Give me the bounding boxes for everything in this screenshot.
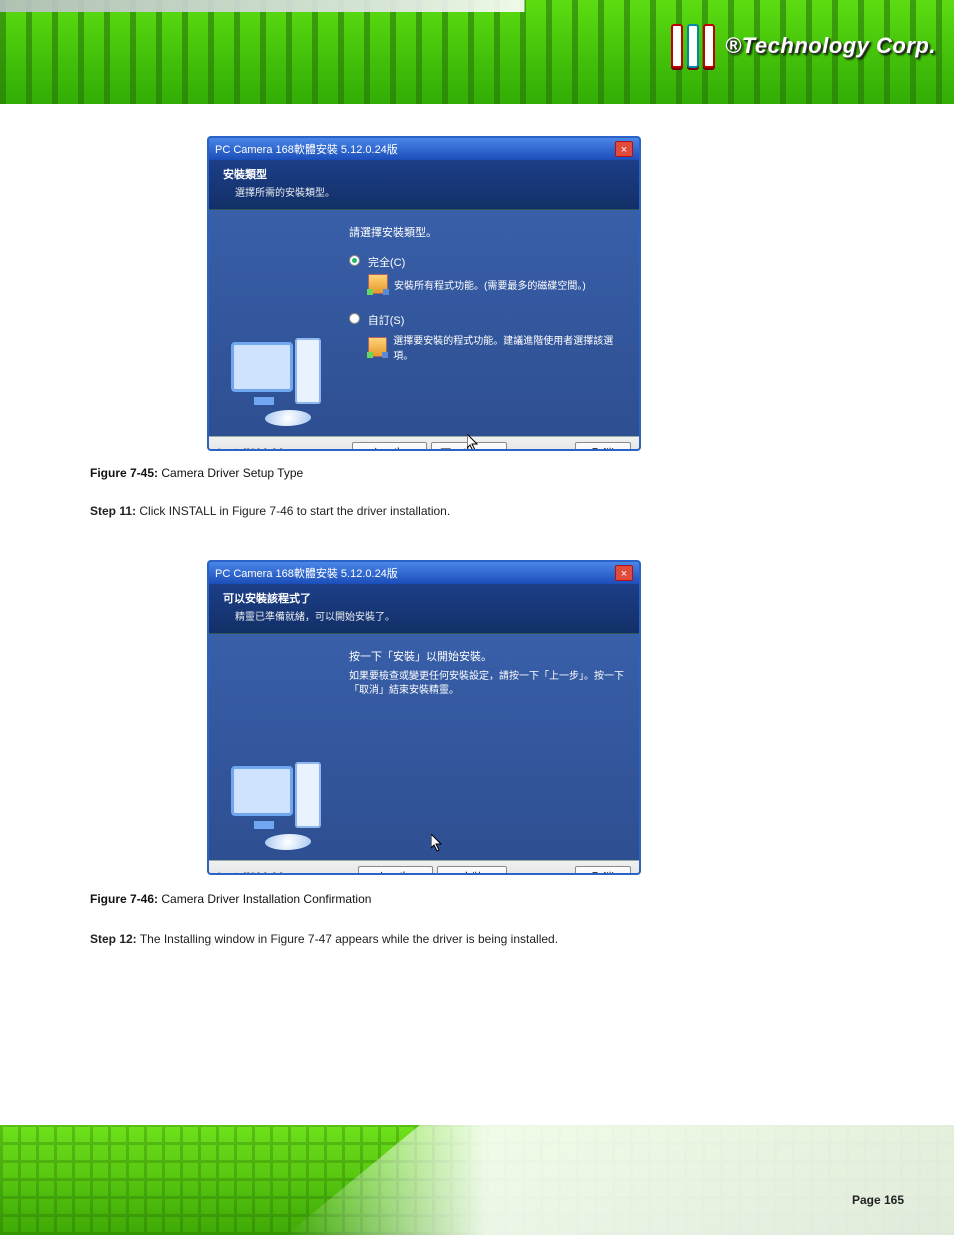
- window-title: PC Camera 168軟體安裝 5.12.0.24版: [215, 141, 398, 157]
- option-complete[interactable]: 完全(C) 安裝所有程式功能。(需要最多的磁碟空間。): [349, 254, 627, 294]
- iei-logo-icon: [671, 24, 715, 68]
- wizard-button-bar: InstallShield < 上一步(B) 下一步(N) > 取消: [209, 436, 639, 451]
- wizard-heading: 可以安裝該程式了: [223, 590, 625, 606]
- page-number: Page 165: [852, 1193, 904, 1207]
- package-icon: [368, 274, 388, 294]
- step-12: Step 12: The Installing window in Figure…: [90, 932, 558, 946]
- window-titlebar: PC Camera 168軟體安裝 5.12.0.24版 ×: [209, 562, 639, 584]
- footer-swoosh: [286, 1125, 954, 1235]
- option-custom-desc: 選擇要安裝的程式功能。建議進階使用者選擇該選項。: [393, 332, 627, 362]
- window-title: PC Camera 168軟體安裝 5.12.0.24版: [215, 565, 398, 581]
- installshield-brand: InstallShield: [217, 447, 282, 452]
- cancel-button[interactable]: 取消: [575, 442, 631, 452]
- wizard-body: 請選擇安裝類型。 完全(C) 安裝所有程式功能。(需要最多的磁碟空間。) 自訂(…: [209, 210, 639, 436]
- body-paragraph: 如果要檢查或變更任何安裝設定，請按一下「上一步」。按一下「取消」結束安裝精靈。: [349, 670, 627, 697]
- window-titlebar: PC Camera 168軟體安裝 5.12.0.24版 ×: [209, 138, 639, 160]
- screenshot-setup-type: PC Camera 168軟體安裝 5.12.0.24版 × 安裝類型 選擇所需…: [207, 136, 641, 451]
- radio-unselected-icon[interactable]: [349, 313, 360, 324]
- option-custom[interactable]: 自訂(S) 選擇要安裝的程式功能。建議進階使用者選擇該選項。: [349, 312, 627, 362]
- close-icon[interactable]: ×: [615, 141, 633, 157]
- wizard-heading: 安裝類型: [223, 166, 625, 182]
- brand-text: ®Technology Corp.: [725, 33, 936, 59]
- package-icon: [368, 337, 388, 357]
- wizard-subheading: 精靈已準備就緒，可以開始安裝了。: [235, 608, 625, 623]
- back-button[interactable]: < 上一步(B): [358, 866, 433, 876]
- cancel-button[interactable]: 取消: [575, 866, 631, 876]
- computer-illustration-icon: [223, 760, 333, 850]
- screenshot-install-confirm: PC Camera 168軟體安裝 5.12.0.24版 × 可以安裝該程式了 …: [207, 560, 641, 875]
- page-header-decor: ®Technology Corp.: [0, 0, 954, 104]
- computer-illustration-icon: [223, 336, 333, 426]
- close-icon[interactable]: ×: [615, 565, 633, 581]
- option-custom-label: 自訂(S): [368, 312, 627, 328]
- installshield-brand: InstallShield: [217, 871, 282, 876]
- wizard-subheader: 安裝類型 選擇所需的安裝類型。: [209, 160, 639, 210]
- lead-text: 按一下「安裝」以開始安裝。: [349, 648, 627, 664]
- step-11: Step 11: Click INSTALL in Figure 7-46 to…: [90, 504, 450, 518]
- brand-logo: ®Technology Corp.: [671, 24, 936, 68]
- back-button[interactable]: < 上一步(B): [352, 442, 427, 452]
- cursor-icon: [467, 434, 479, 451]
- figure-caption-1: Figure 7-45: Camera Driver Setup Type: [90, 466, 303, 480]
- wizard-subheading: 選擇所需的安裝類型。: [235, 184, 625, 199]
- page-footer-decor: [0, 1125, 954, 1235]
- figure-caption-2: Figure 7-46: Camera Driver Installation …: [90, 892, 371, 906]
- wizard-button-bar: InstallShield < 上一步(B) 安裝 取消: [209, 860, 639, 875]
- option-complete-desc: 安裝所有程式功能。(需要最多的磁碟空間。): [394, 277, 586, 292]
- wizard-subheader: 可以安裝該程式了 精靈已準備就緒，可以開始安裝了。: [209, 584, 639, 634]
- install-button[interactable]: 安裝: [437, 866, 507, 876]
- option-complete-label: 完全(C): [368, 254, 586, 270]
- lead-text: 請選擇安裝類型。: [349, 224, 627, 240]
- radio-selected-icon[interactable]: [349, 255, 360, 266]
- cursor-icon: [431, 834, 443, 852]
- wizard-body: 按一下「安裝」以開始安裝。 如果要檢查或變更任何安裝設定，請按一下「上一步」。按…: [209, 634, 639, 860]
